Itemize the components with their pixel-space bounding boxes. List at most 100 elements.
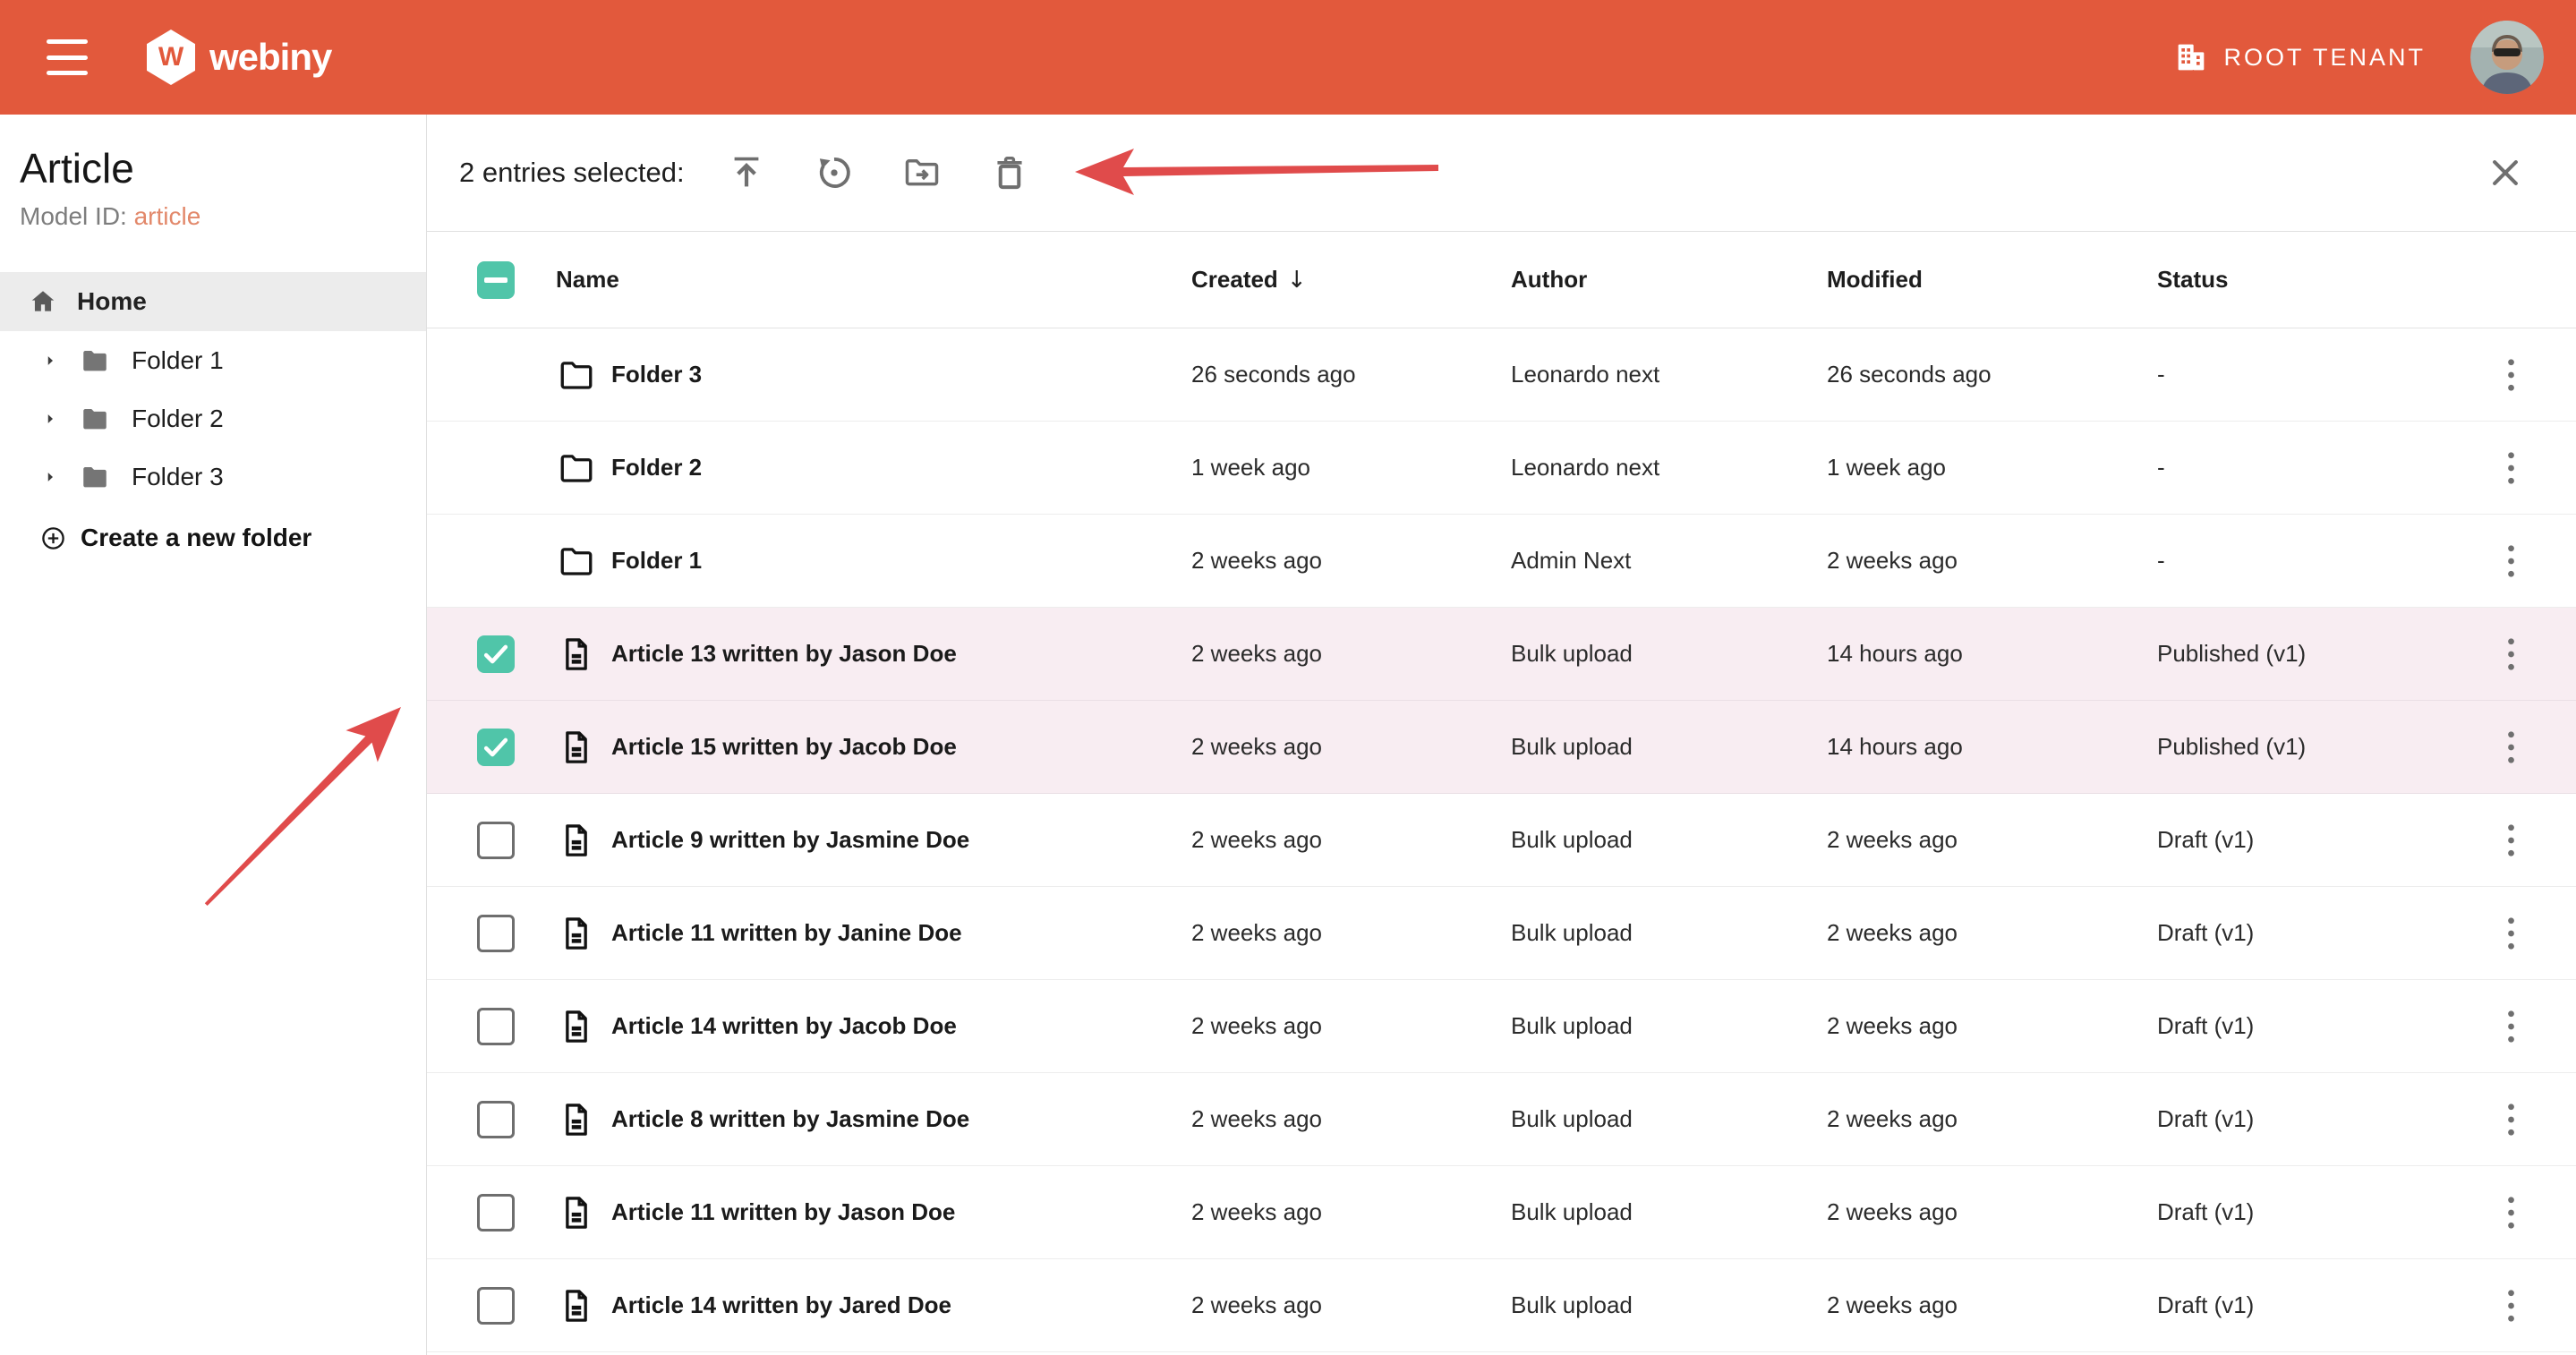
table-body: Folder 326 seconds agoLeonardo next26 se… [427,328,2576,1352]
name-cell[interactable]: Article 14 written by Jared Doe [556,1287,1191,1325]
column-header-name[interactable]: Name [556,266,1191,294]
row-checkbox[interactable] [477,822,515,859]
modified-cell: 2 weeks ago [1827,919,2157,947]
document-icon [558,915,595,952]
table-row[interactable]: Folder 326 seconds agoLeonardo next26 se… [427,328,2576,422]
sort-desc-icon: ↓ [1287,267,1307,294]
column-header-author[interactable]: Author [1511,266,1827,294]
table-row[interactable]: Article 8 written by Jasmine Doe2 weeks … [427,1073,2576,1166]
expand-caret[interactable] [42,469,58,485]
name-cell[interactable]: Article 9 written by Jasmine Doe [556,822,1191,859]
home-icon [29,287,57,316]
column-header-modified[interactable]: Modified [1827,266,2157,294]
row-checkbox[interactable] [477,1287,515,1325]
row-menu-button[interactable] [2497,1007,2528,1046]
move-button[interactable] [901,152,943,193]
name-cell[interactable]: Article 8 written by Jasmine Doe [556,1101,1191,1138]
table-row[interactable]: Article 14 written by Jacob Doe2 weeks a… [427,980,2576,1073]
created-cell: 2 weeks ago [1191,1198,1511,1226]
column-header-created[interactable]: Created↓ [1191,266,1511,294]
name-cell[interactable]: Article 15 written by Jacob Doe [556,729,1191,766]
row-checkbox[interactable] [477,915,515,952]
building-icon [2173,39,2209,75]
menu-cell [2470,635,2576,674]
sidebar-folder-item[interactable]: Folder 3 [0,447,426,506]
kebab-menu-icon [2497,355,2525,395]
row-checkbox[interactable] [477,729,515,766]
webiny-logo[interactable]: W webiny [147,30,331,85]
row-menu-button[interactable] [2497,541,2528,581]
modified-cell: 1 week ago [1827,454,2157,481]
table-row[interactable]: Folder 12 weeks agoAdmin Next2 weeks ago… [427,515,2576,608]
create-folder-label: Create a new folder [81,524,311,552]
modified-cell: 2 weeks ago [1827,826,2157,854]
row-menu-button[interactable] [2497,635,2528,674]
name-cell[interactable]: Article 14 written by Jacob Doe [556,1008,1191,1045]
document-icon [558,729,595,766]
unpublish-button[interactable] [814,152,855,193]
row-name: Folder 2 [611,454,702,481]
row-menu-button[interactable] [2497,821,2528,860]
column-header-status[interactable]: Status [2157,266,2470,294]
sidebar-folder-item[interactable]: Folder 1 [0,331,426,389]
row-checkbox[interactable] [477,1194,515,1231]
author-cell: Admin Next [1511,547,1827,575]
status-cell: - [2157,454,2470,481]
expand-caret[interactable] [42,411,58,427]
row-checkbox[interactable] [477,635,515,673]
user-avatar[interactable] [2470,21,2544,94]
row-menu-button[interactable] [2497,1193,2528,1232]
name-cell[interactable]: Article 13 written by Jason Doe [556,635,1191,673]
row-menu-button[interactable] [2497,1100,2528,1139]
row-name: Folder 3 [611,361,702,388]
row-menu-button[interactable] [2497,914,2528,953]
expand-caret[interactable] [42,353,58,369]
table-row[interactable]: Article 9 written by Jasmine Doe 2 weeks … [427,794,2576,887]
folder-label: Folder 3 [132,463,224,491]
publish-icon [727,153,766,192]
select-all-checkbox[interactable] [477,261,515,299]
tenant-switcher[interactable]: ROOT TENANT [2173,39,2426,75]
row-menu-button[interactable] [2497,448,2528,488]
row-menu-button[interactable] [2497,355,2528,395]
kebab-menu-icon [2497,821,2525,860]
selection-toolbar: 2 entries selected: [427,115,2576,232]
folder-icon [558,449,595,487]
modified-cell: 2 weeks ago [1827,1291,2157,1319]
row-menu-button[interactable] [2497,1286,2528,1325]
create-folder-button[interactable]: Create a new folder [0,513,426,563]
menu-cell [2470,448,2576,488]
table-row[interactable]: Article 11 written by Jason Doe2 weeks a… [427,1166,2576,1259]
row-menu-button[interactable] [2497,728,2528,767]
row-name: Article 15 written by Jacob Doe [611,733,957,761]
table-row[interactable]: Article 14 written by Jared Doe 2 weeks a… [427,1259,2576,1352]
row-name: Article 11 written by Janine Doe [611,919,962,947]
author-cell: Bulk upload [1511,826,1827,854]
kebab-menu-icon [2497,914,2525,953]
model-id-value[interactable]: article [134,202,201,230]
table-row[interactable]: Article 15 written by Jacob Doe2 weeks a… [427,701,2576,794]
document-icon [558,1287,595,1325]
menu-button[interactable] [47,39,88,75]
publish-button[interactable] [726,152,767,193]
name-cell[interactable]: Folder 2 [556,449,1191,487]
table-row[interactable]: Article 13 written by Jason Doe2 weeks a… [427,608,2576,701]
sidebar-folder-item[interactable]: Folder 2 [0,389,426,447]
kebab-menu-icon [2497,541,2525,581]
table-row[interactable]: Folder 21 week agoLeonardo next1 week ag… [427,422,2576,515]
modified-cell: 14 hours ago [1827,640,2157,668]
chevron-right-icon [42,411,58,427]
author-cell: Leonardo next [1511,454,1827,481]
name-cell[interactable]: Folder 1 [556,542,1191,580]
avatar-photo [2470,21,2544,94]
check-cell [427,915,556,952]
name-cell[interactable]: Article 11 written by Jason Doe [556,1194,1191,1231]
row-checkbox[interactable] [477,1008,515,1045]
delete-button[interactable] [989,152,1030,193]
sidebar-item-home[interactable]: Home [0,272,426,331]
row-checkbox[interactable] [477,1101,515,1138]
table-row[interactable]: Article 11 written by Janine Doe 2 weeks … [427,887,2576,980]
name-cell[interactable]: Folder 3 [556,356,1191,394]
name-cell[interactable]: Article 11 written by Janine Doe [556,915,1191,952]
close-selection-button[interactable] [2486,154,2524,192]
